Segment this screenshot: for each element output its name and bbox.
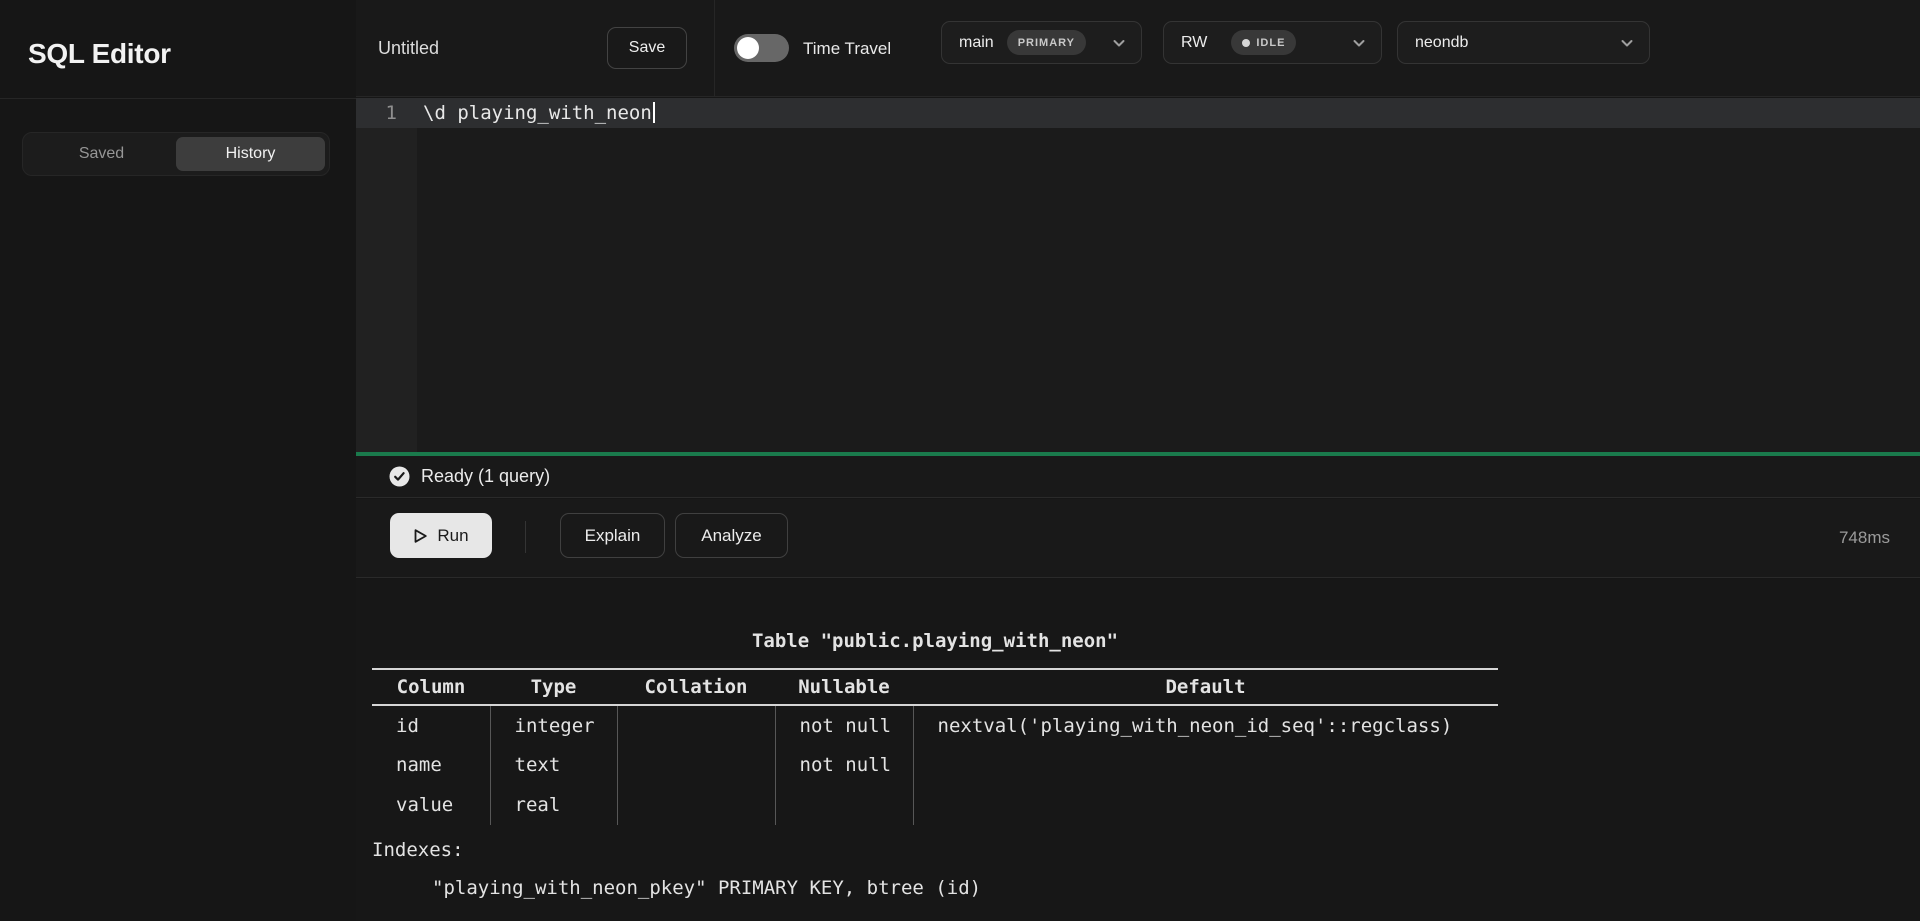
compute-selector[interactable]: RW IDLE bbox=[1163, 21, 1382, 64]
tab-history[interactable]: History bbox=[176, 137, 325, 171]
column-header: Collation bbox=[617, 669, 775, 705]
saved-history-segmented-control: Saved History bbox=[22, 132, 330, 176]
line-number: 1 bbox=[356, 98, 397, 128]
database-name: neondb bbox=[1415, 34, 1468, 52]
result-table: Column Type Collation Nullable Default i… bbox=[372, 668, 1498, 825]
statusbar: Ready (1 query) bbox=[356, 456, 1920, 498]
status-dot-icon bbox=[1242, 39, 1250, 47]
editor-active-line: 1 \d playing_with_neon bbox=[356, 98, 1920, 128]
table-row: id integer not null nextval('playing_wit… bbox=[372, 705, 1498, 745]
check-circle-icon bbox=[389, 466, 410, 487]
branch-name: main bbox=[959, 34, 994, 52]
compute-name: RW bbox=[1181, 34, 1207, 52]
cell: nextval('playing_with_neon_id_seq'::regc… bbox=[913, 705, 1498, 745]
database-selector[interactable]: neondb bbox=[1397, 21, 1650, 64]
sidebar-divider bbox=[0, 98, 356, 99]
play-icon bbox=[413, 528, 428, 544]
query-duration: 748ms bbox=[1839, 499, 1890, 577]
cell: not null bbox=[775, 705, 913, 745]
result-header-row: Column Type Collation Nullable Default bbox=[372, 669, 1498, 705]
column-header: Default bbox=[913, 669, 1498, 705]
result-table-title: Table "public.playing_with_neon" bbox=[372, 622, 1498, 660]
run-label: Run bbox=[437, 526, 468, 546]
table-row: value real bbox=[372, 785, 1498, 825]
save-button[interactable]: Save bbox=[607, 27, 687, 69]
analyze-button[interactable]: Analyze bbox=[675, 513, 788, 558]
cell: real bbox=[490, 785, 617, 825]
cell bbox=[617, 785, 775, 825]
chevron-down-icon bbox=[1351, 35, 1367, 51]
cell: text bbox=[490, 745, 617, 785]
compute-status-badge: IDLE bbox=[1231, 30, 1296, 55]
text-cursor bbox=[653, 102, 655, 123]
query-title: Untitled bbox=[378, 0, 439, 97]
editor-header: Untitled Save Time Travel main PRIMARY R… bbox=[356, 0, 1920, 97]
branch-primary-badge: PRIMARY bbox=[1007, 30, 1086, 55]
column-header: Type bbox=[490, 669, 617, 705]
cell: name bbox=[372, 745, 490, 785]
app-title: SQL Editor bbox=[28, 38, 171, 70]
code-editor[interactable]: 1 \d playing_with_neon bbox=[356, 98, 1920, 452]
chevron-down-icon bbox=[1619, 35, 1635, 51]
query-toolbar: Run Explain Analyze 748ms bbox=[356, 499, 1920, 578]
time-travel-label: Time Travel bbox=[803, 0, 891, 97]
editor-gutter bbox=[356, 98, 417, 452]
column-header: Nullable bbox=[775, 669, 913, 705]
cell bbox=[775, 785, 913, 825]
cell bbox=[913, 785, 1498, 825]
cell: value bbox=[372, 785, 490, 825]
cell bbox=[617, 745, 775, 785]
column-header: Column bbox=[372, 669, 490, 705]
code-line: \d playing_with_neon bbox=[423, 98, 655, 128]
cell: id bbox=[372, 705, 490, 745]
explain-button[interactable]: Explain bbox=[560, 513, 665, 558]
branch-selector[interactable]: main PRIMARY bbox=[941, 21, 1142, 64]
toggle-knob-icon bbox=[737, 37, 759, 59]
table-row: name text not null bbox=[372, 745, 1498, 785]
index-definition: "playing_with_neon_pkey" PRIMARY KEY, bt… bbox=[432, 869, 981, 907]
cell: integer bbox=[490, 705, 617, 745]
time-travel-toggle[interactable] bbox=[734, 34, 789, 62]
compute-status-text: IDLE bbox=[1256, 37, 1285, 49]
code-text: \d playing_with_neon bbox=[423, 102, 652, 124]
header-divider bbox=[714, 0, 715, 97]
run-button[interactable]: Run bbox=[390, 513, 492, 558]
chevron-down-icon bbox=[1111, 35, 1127, 51]
status-text: Ready (1 query) bbox=[421, 466, 550, 487]
tab-saved[interactable]: Saved bbox=[27, 137, 176, 171]
toolbar-divider bbox=[525, 521, 526, 553]
cell bbox=[913, 745, 1498, 785]
sidebar: SQL Editor Saved History bbox=[0, 0, 356, 921]
results-panel: Table "public.playing_with_neon" Column … bbox=[356, 579, 1920, 921]
cell bbox=[617, 705, 775, 745]
indexes-heading: Indexes: bbox=[372, 831, 464, 869]
cell: not null bbox=[775, 745, 913, 785]
